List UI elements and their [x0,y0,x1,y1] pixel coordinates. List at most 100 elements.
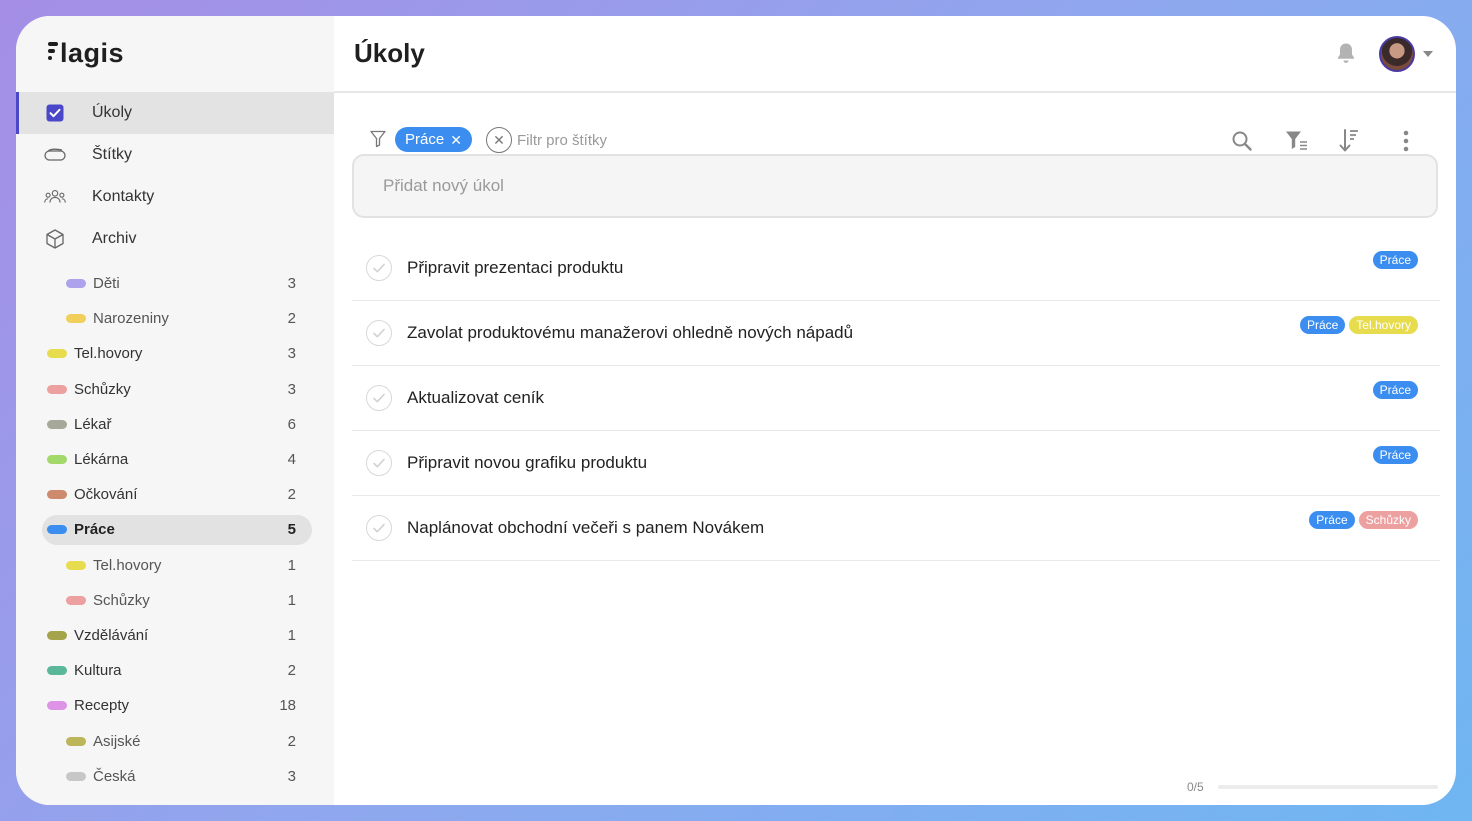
tag-color-icon [47,701,67,711]
sidebar-tag-item[interactable]: Očkování 2 [16,477,334,512]
nav-item-label: Štítky [92,146,133,163]
sidebar-tag-item[interactable]: Práce 5 [16,512,334,547]
task-tags: Práce [1372,251,1418,269]
task-checkbox[interactable] [366,515,392,541]
tag-color-icon [47,455,67,465]
tag-count: 4 [287,451,296,469]
tag-count: 2 [287,732,296,750]
task-tags: Práce Tel.hovory [1299,316,1418,334]
tag-count: 6 [287,415,296,433]
nav-item-label: Archiv [92,230,137,247]
sort-icon[interactable] [1334,126,1364,156]
checkmark-icon [373,393,385,403]
task-tag-badge[interactable]: Práce [1309,511,1355,529]
tag-label: Česká [93,767,136,785]
task-checkbox[interactable] [366,385,392,411]
nav-item-label: Úkoly [92,104,133,121]
sidebar-tag-item[interactable]: Asijské 2 [16,723,334,758]
chevron-down-icon[interactable] [1423,51,1433,57]
close-icon[interactable]: ✕ [450,133,462,147]
sidebar-tag-item[interactable]: Lékař 6 [16,407,334,442]
tag-filter-input[interactable]: Filtr pro štítky [517,132,607,149]
tag-color-icon [66,595,86,605]
task-checkbox[interactable] [366,450,392,476]
tag-color-icon [66,560,86,570]
tag-icon [44,144,66,166]
tag-label: Schůzky [74,380,131,398]
task-row[interactable]: Aktualizovat ceník Práce [352,366,1440,431]
checkmark-icon [373,263,385,273]
sidebar-tag-item[interactable]: Vzdělávání 1 [16,618,334,653]
nav-item-kontakty[interactable]: Kontakty [16,176,334,218]
nav-item-archiv[interactable]: Archiv [16,218,334,260]
tag-count: 2 [287,662,296,680]
sidebar-tag-item[interactable]: Lékárna 4 [16,442,334,477]
tag-label: Tel.hovory [93,556,162,574]
task-tag-badge[interactable]: Práce [1372,446,1418,464]
sidebar-tag-item[interactable]: Tel.hovory 1 [16,548,334,583]
tag-label: Lékárna [74,451,129,469]
archive-icon [44,228,66,250]
nav-item-stitky[interactable]: Štítky [16,134,334,176]
task-checkbox[interactable] [366,255,392,281]
nav-item-ukoly[interactable]: Úkoly [16,92,334,134]
task-title: Připravit novou grafiku produktu [407,453,648,472]
tag-label: Recepty [74,697,130,715]
tag-color-icon [47,630,67,640]
people-icon [44,186,66,208]
sidebar-tag-item[interactable]: Kultura 2 [16,653,334,688]
tag-label: Schůzky [93,591,150,609]
avatar[interactable] [1379,36,1415,72]
task-tag-badge[interactable]: Schůzky [1358,511,1418,529]
logo-text: lagis [60,38,125,68]
tag-count: 1 [287,556,296,574]
tag-label: Kultura [74,662,122,680]
sidebar-tag-item[interactable]: Recepty 18 [16,688,334,723]
tag-count: 2 [287,310,296,328]
app-window: lagis Úkoly Štítky Kontakty Archiv Děti … [16,16,1456,805]
more-options-icon[interactable] [1391,126,1421,156]
tag-label: Děti [93,275,120,293]
bell-icon[interactable] [1336,42,1356,69]
logo[interactable]: lagis [48,38,124,69]
main-nav: Úkoly Štítky Kontakty Archiv [16,92,334,260]
sidebar-tag-item[interactable]: Děti 3 [16,266,334,301]
tag-count: 3 [287,767,296,785]
task-tags: Práce [1372,381,1418,399]
filter-icon [370,130,386,153]
sidebar-tag-item[interactable]: Schůzky 1 [16,583,334,618]
task-tag-badge[interactable]: Práce [1299,316,1346,334]
task-tag-badge[interactable]: Práce [1372,251,1418,269]
tag-count: 1 [287,591,296,609]
tag-label: Očkování [74,486,138,504]
task-title: Zavolat produktovému manažerovi ohledně … [407,323,854,342]
task-title: Připravit prezentaci produktu [407,258,624,277]
sidebar-tag-item[interactable]: Schůzky 3 [16,372,334,407]
task-row[interactable]: Připravit novou grafiku produktu Práce [352,431,1440,496]
tag-count: 18 [279,697,296,715]
task-row[interactable]: Zavolat produktovému manažerovi ohledně … [352,301,1440,366]
new-task-input[interactable] [352,154,1438,218]
filter-chip-prace[interactable]: Práce ✕ [395,127,472,152]
task-title: Naplánovat obchodní večeři s panem Novák… [407,518,765,537]
task-tag-badge[interactable]: Tel.hovory [1349,316,1418,334]
flag-logo-icon [48,41,58,60]
sidebar-tag-item[interactable]: Narozeniny 2 [16,301,334,336]
tag-color-icon [47,419,67,429]
task-row[interactable]: Naplánovat obchodní večeři s panem Novák… [352,496,1440,561]
progress-bar [1218,785,1438,789]
task-tag-badge[interactable]: Práce [1372,381,1418,399]
tag-count: 2 [287,486,296,504]
task-checkbox[interactable] [366,320,392,346]
sidebar-tag-item[interactable]: Tel.hovory 3 [16,336,334,371]
clear-filter-icon[interactable]: ✕ [486,127,512,153]
checkmark-icon [373,328,385,338]
task-row[interactable]: Připravit prezentaci produktu Práce [352,236,1440,301]
search-icon[interactable] [1227,126,1257,156]
header: Úkoly [334,16,1456,93]
tag-label: Práce [74,521,115,539]
nav-item-label: Kontakty [92,188,155,205]
tag-filter-icon[interactable] [1282,126,1312,156]
checkbox-icon [44,102,66,124]
sidebar: lagis Úkoly Štítky Kontakty Archiv Děti … [16,16,334,805]
